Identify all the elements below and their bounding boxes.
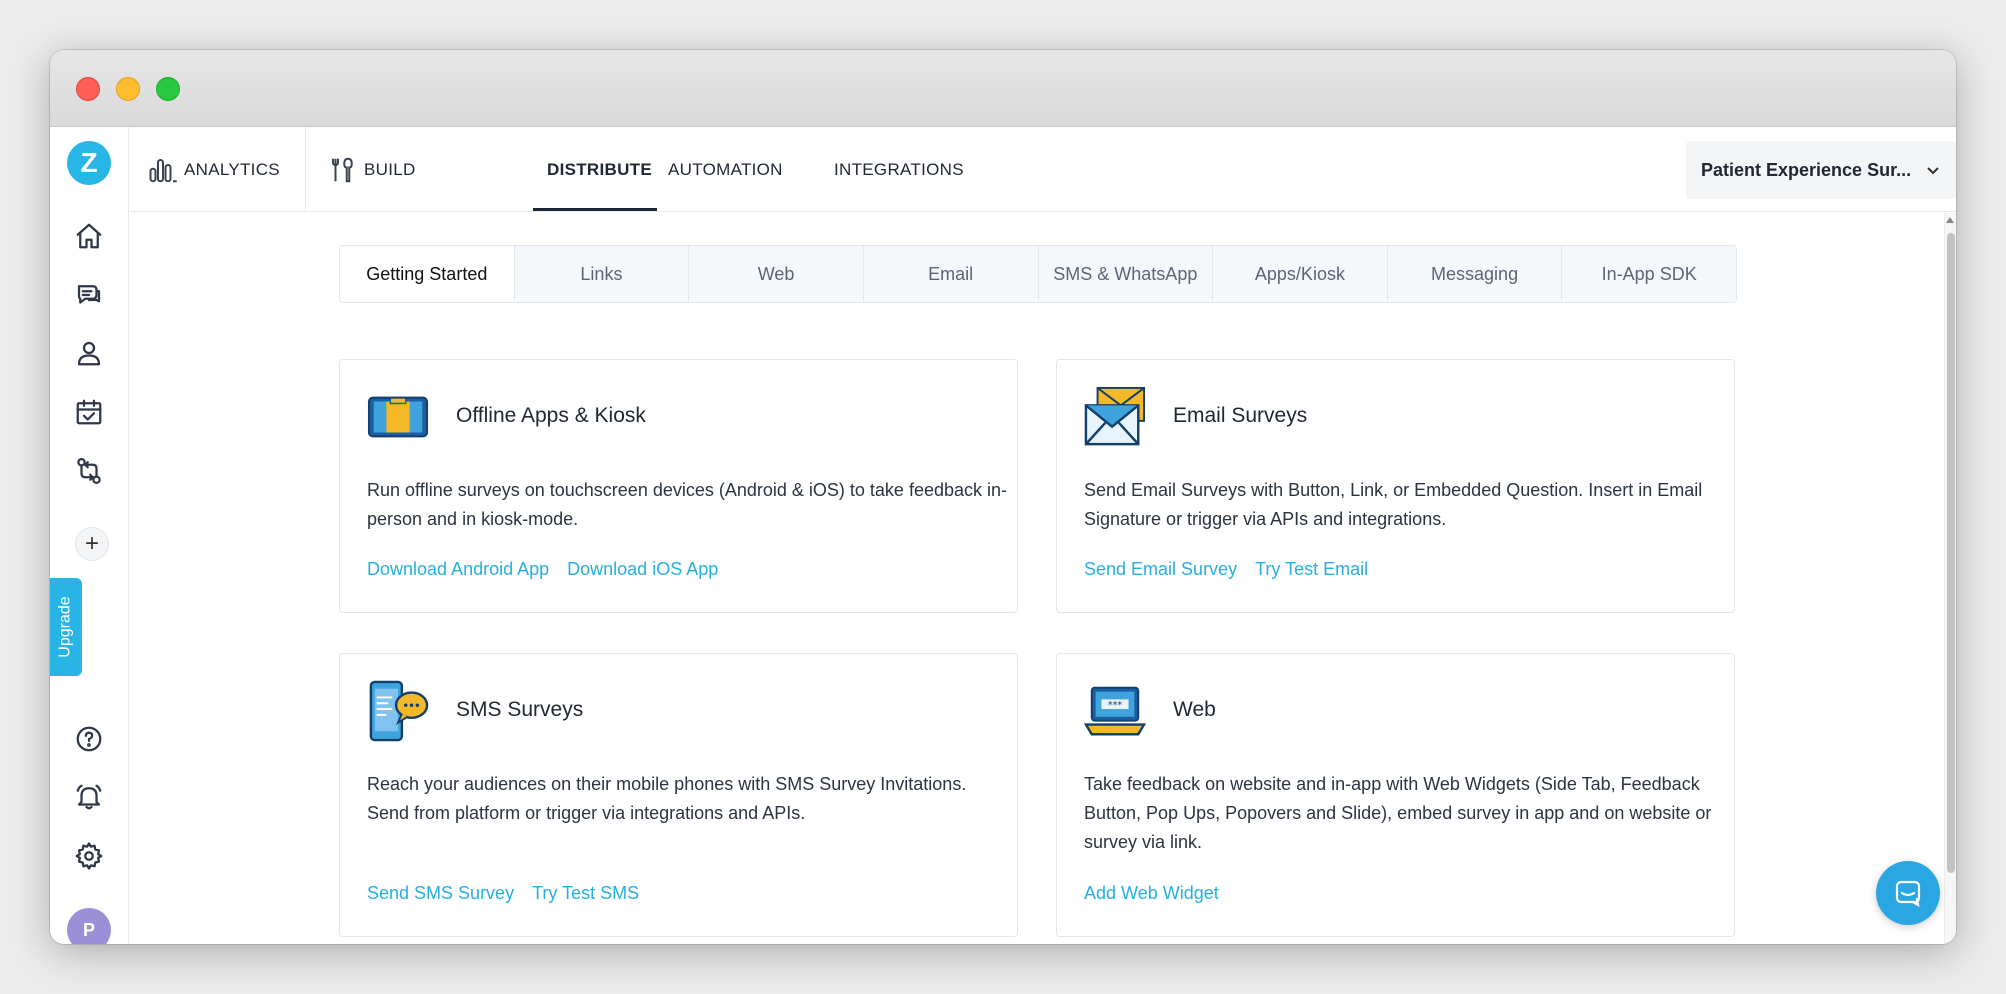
card-links: Add Web Widget [1084, 883, 1219, 904]
vertical-scrollbar[interactable] [1944, 213, 1956, 944]
app-window: Z + Upgrade P ANALYTICS BUILD DISTRIBUTE… [50, 50, 1956, 944]
send-sms-survey-link[interactable]: Send SMS Survey [367, 883, 514, 904]
laptop-icon: *** [1084, 686, 1146, 736]
build-tools-icon [332, 157, 353, 182]
download-android-app-link[interactable]: Download Android App [367, 559, 549, 580]
home-icon[interactable] [72, 219, 106, 253]
card-email-surveys: Email Surveys Send Email Surveys with Bu… [1056, 359, 1735, 613]
tab-email[interactable]: Email [863, 246, 1039, 302]
analytics-bars-icon [149, 158, 177, 182]
main-content: Getting Started Links Web Email SMS & Wh… [130, 213, 1956, 944]
survey-selector[interactable]: Patient Experience Sur... [1686, 141, 1956, 199]
card-offline-apps: Offline Apps & Kiosk Run offline surveys… [339, 359, 1018, 613]
nav-analytics-label: ANALYTICS [184, 159, 280, 179]
chevron-down-icon [1926, 161, 1940, 175]
distribution-tabs: Getting Started Links Web Email SMS & Wh… [339, 245, 1737, 303]
help-icon[interactable] [72, 722, 106, 756]
logo[interactable]: Z [67, 141, 111, 185]
calendar-check-icon[interactable] [72, 395, 106, 429]
nav-analytics[interactable]: ANALYTICS [148, 127, 280, 212]
nav-automation-label: AUTOMATION [668, 159, 783, 179]
try-test-email-link[interactable]: Try Test Email [1255, 559, 1368, 580]
nav-build-label: BUILD [364, 159, 416, 179]
nav-distribute-label: DISTRIBUTE [547, 159, 652, 179]
card-description: Send Email Surveys with Button, Link, or… [1084, 480, 1703, 529]
active-nav-underline [533, 208, 657, 211]
nav-integrations-label: INTEGRATIONS [834, 159, 964, 179]
add-button[interactable]: + [75, 527, 109, 561]
nav-build[interactable]: BUILD [328, 127, 416, 212]
card-title: Offline Apps & Kiosk [456, 404, 646, 427]
notification-bell-icon[interactable] [72, 780, 106, 814]
tab-apps-kiosk[interactable]: Apps/Kiosk [1213, 246, 1388, 302]
chat-bubble-icon [1895, 880, 1921, 908]
card-web: *** Web Take feedback on website and in-… [1056, 653, 1735, 937]
user-avatar[interactable]: P [67, 908, 111, 944]
tab-in-app-sdk[interactable]: In-App SDK [1562, 246, 1736, 302]
phone-chat-icon [369, 680, 429, 742]
close-window-button[interactable] [76, 77, 100, 101]
nav-automation[interactable]: AUTOMATION [668, 127, 783, 212]
zoom-window-button[interactable] [156, 77, 180, 101]
download-ios-app-link[interactable]: Download iOS App [567, 559, 718, 580]
try-test-sms-link[interactable]: Try Test SMS [532, 883, 639, 904]
top-navigation: ANALYTICS BUILD DISTRIBUTE AUTOMATION IN… [130, 127, 1956, 212]
feedback-chat-icon[interactable] [72, 278, 106, 312]
upgrade-button[interactable]: Upgrade [50, 578, 82, 676]
avatar-initial: P [82, 919, 95, 940]
tab-web[interactable]: Web [689, 246, 864, 302]
card-title: SMS Surveys [456, 698, 584, 721]
minimize-window-button[interactable] [116, 77, 140, 101]
tab-links[interactable]: Links [514, 246, 690, 302]
scroll-up-arrow[interactable] [1946, 217, 1954, 223]
tab-sms-whatsapp[interactable]: SMS & WhatsApp [1038, 246, 1214, 302]
card-title: Email Surveys [1173, 404, 1308, 427]
title-bar [50, 50, 1956, 127]
envelope-icon [1084, 386, 1146, 446]
nav-divider [305, 127, 306, 212]
settings-gear-icon[interactable] [72, 839, 106, 873]
sidebar: Z + Upgrade P [50, 127, 129, 944]
svg-text:***: *** [1108, 700, 1123, 711]
workflow-icon[interactable] [72, 454, 106, 488]
kiosk-tablet-icon [367, 396, 429, 438]
upgrade-label: Upgrade [57, 596, 74, 658]
send-email-survey-link[interactable]: Send Email Survey [1084, 559, 1237, 580]
card-description: Take feedback on website and in-app with… [1084, 774, 1712, 852]
card-title: Web [1173, 698, 1216, 721]
card-sms-surveys: SMS Surveys Reach your audiences on thei… [339, 653, 1018, 937]
nav-distribute[interactable]: DISTRIBUTE [547, 127, 652, 212]
scrollbar-thumb[interactable] [1947, 233, 1955, 873]
card-links: Download Android App Download iOS App [367, 559, 718, 580]
contacts-user-icon[interactable] [72, 336, 106, 370]
logo-letter: Z [80, 147, 98, 178]
tab-messaging[interactable]: Messaging [1387, 246, 1563, 302]
card-description: Reach your audiences on their mobile pho… [367, 774, 967, 823]
card-description: Run offline surveys on touchscreen devic… [367, 480, 1008, 529]
survey-selector-value: Patient Experience Sur... [1701, 159, 1912, 180]
tab-getting-started[interactable]: Getting Started [340, 246, 515, 302]
live-chat-button[interactable] [1876, 861, 1940, 925]
nav-integrations[interactable]: INTEGRATIONS [834, 127, 964, 212]
card-links: Send SMS Survey Try Test SMS [367, 883, 639, 904]
card-links: Send Email Survey Try Test Email [1084, 559, 1368, 580]
add-web-widget-link[interactable]: Add Web Widget [1084, 883, 1219, 904]
